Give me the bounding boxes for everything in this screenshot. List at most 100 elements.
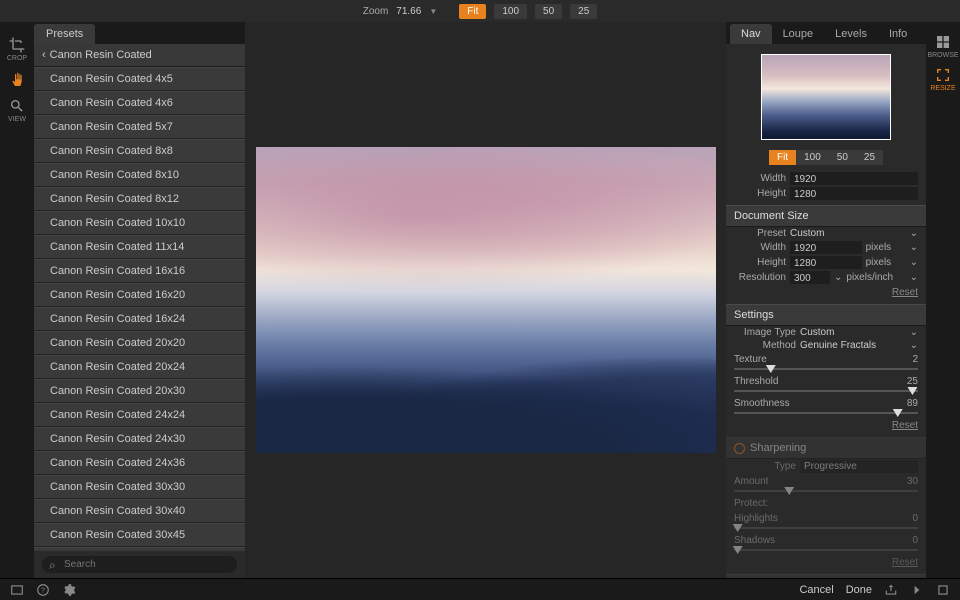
- browse-tool[interactable]: BROWSE: [927, 34, 958, 59]
- threshold-slider[interactable]: Threshold25: [726, 374, 926, 396]
- canvas-area[interactable]: [245, 22, 726, 578]
- preset-item[interactable]: Canon Resin Coated 4x5: [34, 67, 245, 91]
- settings-reset-link[interactable]: Reset: [726, 418, 926, 433]
- toggle-ring-icon[interactable]: [734, 443, 745, 454]
- method-value[interactable]: Genuine Fractals: [800, 340, 906, 351]
- crop-label: CROP: [7, 55, 27, 62]
- nav-zoom-fit[interactable]: Fit: [769, 150, 796, 165]
- nav-zoom-25[interactable]: 25: [856, 150, 883, 165]
- preset-item[interactable]: Canon Resin Coated 11x14: [34, 235, 245, 259]
- height-field[interactable]: 1280: [790, 187, 918, 200]
- preset-item[interactable]: Canon Resin Coated 16x16: [34, 259, 245, 283]
- preset-item[interactable]: Canon Resin Coated 8x10: [34, 163, 245, 187]
- preset-item[interactable]: Canon Resin Coated 20x24: [34, 355, 245, 379]
- ds-res-unit[interactable]: pixels/inch: [846, 272, 905, 283]
- filmgrain-header[interactable]: Film Grain: [726, 574, 926, 578]
- resize-icon: [935, 67, 951, 83]
- settings-header[interactable]: Settings: [726, 304, 926, 326]
- sharp-reset-link: Reset: [726, 555, 926, 570]
- texture-slider[interactable]: Texture2: [726, 352, 926, 374]
- zoom-100-button[interactable]: 100: [494, 4, 527, 19]
- hand-tool[interactable]: [3, 69, 31, 91]
- ds-width-unit[interactable]: pixels: [866, 242, 906, 253]
- ds-height-unit[interactable]: pixels: [866, 257, 906, 268]
- preset-item[interactable]: Canon Resin Coated 24x30: [34, 427, 245, 451]
- ds-res-field[interactable]: 300: [790, 271, 830, 284]
- search-input[interactable]: [42, 556, 237, 573]
- ds-width-field[interactable]: 1920: [790, 241, 862, 254]
- resize-tool[interactable]: RESIZE: [930, 67, 955, 92]
- preset-item[interactable]: Canon Resin Coated 30x45: [34, 523, 245, 547]
- chevron-down-icon[interactable]: ⌄: [910, 228, 918, 239]
- crop-tool[interactable]: CROP: [3, 34, 31, 65]
- tab-loupe[interactable]: Loupe: [772, 24, 825, 44]
- chevron-down-icon[interactable]: ⌄: [910, 340, 918, 351]
- preset-item[interactable]: Canon Resin Coated 30x30: [34, 475, 245, 499]
- magnify-icon: [9, 98, 25, 114]
- preset-item[interactable]: Canon Resin Coated 16x24: [34, 307, 245, 331]
- presets-tab-bar: Presets: [34, 22, 245, 44]
- zoom-50-button[interactable]: 50: [535, 4, 562, 19]
- preset-item[interactable]: Canon Resin Coated 20x30: [34, 379, 245, 403]
- sharpening-header[interactable]: Sharpening: [726, 437, 926, 459]
- preset-item[interactable]: Canon Resin Coated 8x12: [34, 187, 245, 211]
- document-size-header[interactable]: Document Size: [726, 205, 926, 227]
- presets-tab[interactable]: Presets: [34, 24, 95, 44]
- width-field[interactable]: 1920: [790, 172, 918, 185]
- cancel-button[interactable]: Cancel: [799, 584, 833, 596]
- tab-nav[interactable]: Nav: [730, 24, 772, 44]
- preset-item[interactable]: Canon Resin Coated 40x40: [34, 547, 245, 551]
- image-type-label: Image Type: [734, 327, 796, 338]
- chevron-left-icon: ‹: [42, 49, 46, 61]
- chevron-down-icon[interactable]: ⌄: [910, 242, 918, 253]
- square-icon[interactable]: [936, 583, 950, 597]
- ds-height-field[interactable]: 1280: [790, 256, 862, 269]
- preset-item[interactable]: Canon Resin Coated 8x8: [34, 139, 245, 163]
- chevron-down-icon[interactable]: ⌄: [910, 327, 918, 338]
- top-toolbar: Zoom 71.66 ▼ Fit 100 50 25: [0, 0, 960, 22]
- presets-panel: Presets ‹ Canon Resin Coated Canon Resin…: [34, 22, 245, 578]
- preset-item[interactable]: Canon Resin Coated 4x6: [34, 91, 245, 115]
- preset-category-header[interactable]: ‹ Canon Resin Coated: [34, 44, 245, 67]
- tab-info[interactable]: Info: [878, 24, 918, 44]
- done-button[interactable]: Done: [846, 584, 872, 596]
- chevron-down-icon[interactable]: ⌄: [910, 272, 918, 283]
- export-icon[interactable]: [884, 583, 898, 597]
- smoothness-slider[interactable]: Smoothness89: [726, 396, 926, 418]
- window-icon[interactable]: [10, 583, 24, 597]
- preset-item[interactable]: Canon Resin Coated 20x20: [34, 331, 245, 355]
- chevron-down-icon[interactable]: ⌄: [910, 257, 918, 268]
- image-preview: [256, 147, 716, 453]
- zoom-fit-button[interactable]: Fit: [459, 4, 486, 19]
- preset-value[interactable]: Custom: [790, 228, 906, 239]
- image-type-value[interactable]: Custom: [800, 327, 906, 338]
- zoom-value[interactable]: 71.66: [396, 6, 421, 17]
- width-label: Width: [734, 173, 786, 184]
- help-icon[interactable]: ?: [36, 583, 50, 597]
- chevron-down-icon[interactable]: ⌄: [834, 272, 842, 283]
- preset-item[interactable]: Canon Resin Coated 24x24: [34, 403, 245, 427]
- left-toolbar: CROP VIEW: [0, 22, 34, 578]
- ds-reset-link[interactable]: Reset: [726, 285, 926, 300]
- view-tool[interactable]: VIEW: [3, 95, 31, 126]
- zoom-label: Zoom: [363, 6, 389, 17]
- gear-icon[interactable]: [62, 583, 76, 597]
- preset-item[interactable]: Canon Resin Coated 30x40: [34, 499, 245, 523]
- right-tab-bar: Nav Loupe Levels Info: [726, 22, 926, 44]
- resize-label: RESIZE: [930, 85, 955, 92]
- browse-label: BROWSE: [927, 52, 958, 59]
- preset-search-bar: [34, 551, 245, 578]
- nav-zoom-100[interactable]: 100: [796, 150, 829, 165]
- preset-item[interactable]: Canon Resin Coated 16x20: [34, 283, 245, 307]
- preset-item[interactable]: Canon Resin Coated 10x10: [34, 211, 245, 235]
- nav-zoom-50[interactable]: 50: [829, 150, 856, 165]
- chevron-down-icon[interactable]: ▼: [429, 7, 437, 16]
- tab-levels[interactable]: Levels: [824, 24, 878, 44]
- ds-width-label: Width: [734, 242, 786, 253]
- preset-list[interactable]: Canon Resin Coated 4x5Canon Resin Coated…: [34, 67, 245, 551]
- zoom-25-button[interactable]: 25: [570, 4, 597, 19]
- preset-item[interactable]: Canon Resin Coated 5x7: [34, 115, 245, 139]
- navigator-thumbnail[interactable]: [761, 54, 891, 140]
- chevron-right-icon[interactable]: [910, 583, 924, 597]
- preset-item[interactable]: Canon Resin Coated 24x36: [34, 451, 245, 475]
